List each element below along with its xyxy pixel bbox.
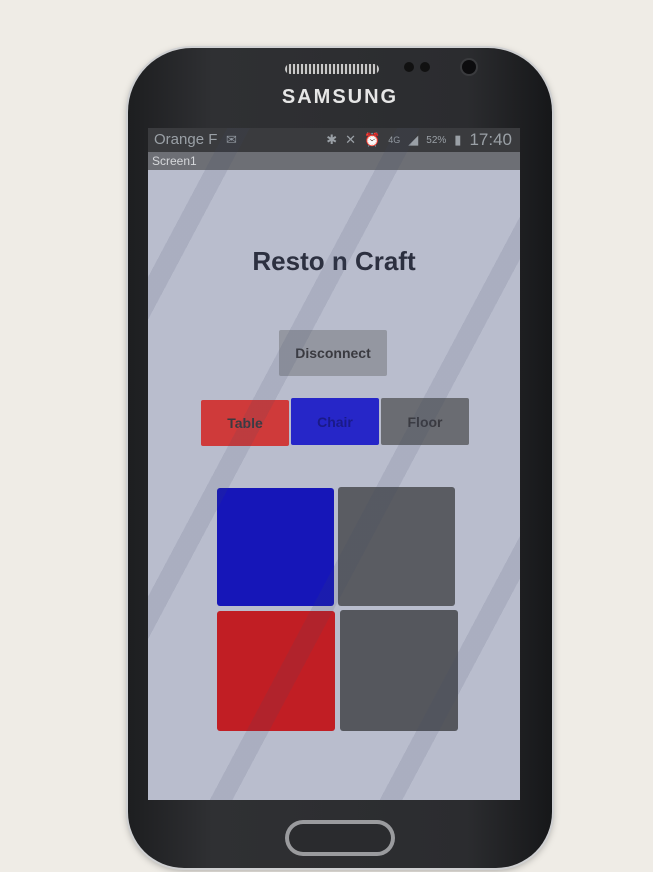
floor-button[interactable]: Floor	[381, 398, 469, 445]
table-button[interactable]: Table	[201, 400, 289, 446]
color-tile-bottom-right[interactable]	[340, 610, 458, 731]
screen-title-bar: Screen1	[148, 152, 520, 170]
color-tile-bottom-left[interactable]	[217, 611, 335, 731]
home-button[interactable]	[285, 820, 395, 856]
app-title: Resto n Craft	[252, 246, 416, 276]
speaker-grille	[285, 64, 379, 74]
message-icon: ✉	[226, 132, 237, 147]
color-tile-top-left[interactable]	[217, 488, 334, 606]
phone-device: SAMSUNG Orange F ✉ ✱ ✕ ⏰ 4G ◢ 52% ▮ 17:4…	[128, 48, 552, 868]
signal-icon: ◢	[408, 132, 419, 147]
screen: Orange F ✉ ✱ ✕ ⏰ 4G ◢ 52% ▮ 17:40 Screen…	[148, 128, 520, 800]
chair-button[interactable]: Chair	[291, 398, 379, 445]
brand-logo: SAMSUNG	[281, 86, 399, 108]
alarm-icon: ⏰	[364, 132, 381, 147]
network-type: 4G	[388, 135, 401, 145]
clock: 17:40	[469, 130, 512, 149]
bluetooth-icon: ✱	[326, 132, 338, 147]
light-sensor	[420, 62, 430, 72]
proximity-sensor	[404, 62, 414, 72]
status-bar: Orange F ✉ ✱ ✕ ⏰ 4G ◢ 52% ▮ 17:40	[148, 128, 520, 152]
status-icons: ✱ ✕ ⏰ 4G ◢ 52% ▮ 17:40	[326, 130, 512, 150]
color-tile-top-right[interactable]	[338, 487, 455, 606]
battery-percent: 52%	[426, 134, 447, 146]
front-camera	[462, 60, 476, 74]
battery-icon: ▮	[454, 132, 462, 147]
disconnect-button[interactable]: Disconnect	[279, 330, 387, 376]
mute-icon: ✕	[345, 132, 357, 147]
carrier-label: Orange F	[154, 131, 218, 148]
